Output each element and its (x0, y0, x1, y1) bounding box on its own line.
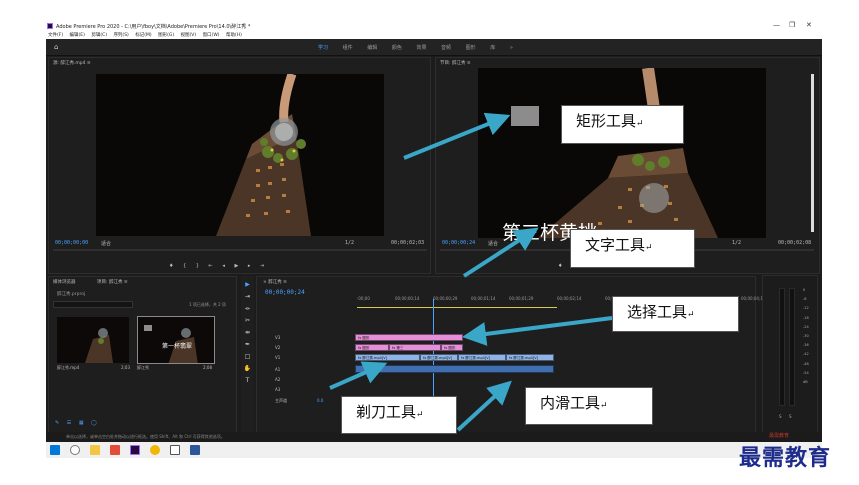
callout-razor-label: 剃刀工具 (356, 403, 417, 421)
return-mark-icon: ↵ (636, 119, 644, 129)
callout-rectangle-label: 矩形工具 (576, 112, 637, 130)
arrow-to-slide (456, 380, 512, 432)
arrow-to-selection (462, 316, 613, 346)
logo-small-text: 最需教育 (769, 433, 790, 439)
return-mark-icon: ↵ (600, 401, 608, 411)
arrow-to-razor (329, 361, 388, 390)
callout-razor-tool: 剃刀工具↵ (341, 396, 457, 434)
callout-selection-tool: 选择工具↵ (612, 296, 739, 332)
callout-selection-label: 选择工具 (627, 303, 688, 321)
return-mark-icon: ↵ (416, 410, 424, 420)
callout-text-label: 文字工具 (585, 236, 646, 254)
callout-text-tool: 文字工具↵ (570, 229, 695, 268)
return-mark-icon: ↵ (645, 243, 653, 253)
callout-slide-label: 内滑工具 (540, 394, 601, 412)
screenshot: Adobe Premiere Pro 2020 - C:\用户\fboy\文档\… (0, 0, 859, 485)
logo-text: 最需教育 (739, 445, 832, 471)
arrow-to-text (462, 227, 539, 278)
arrow-to-rectangle (403, 112, 511, 160)
return-mark-icon: ↵ (687, 310, 695, 320)
callout-slide-tool: 内滑工具↵ (525, 387, 653, 425)
watermark-logo: 最需教育 最需教育 (735, 432, 853, 476)
callout-rectangle-tool: 矩形工具↵ (561, 105, 684, 144)
